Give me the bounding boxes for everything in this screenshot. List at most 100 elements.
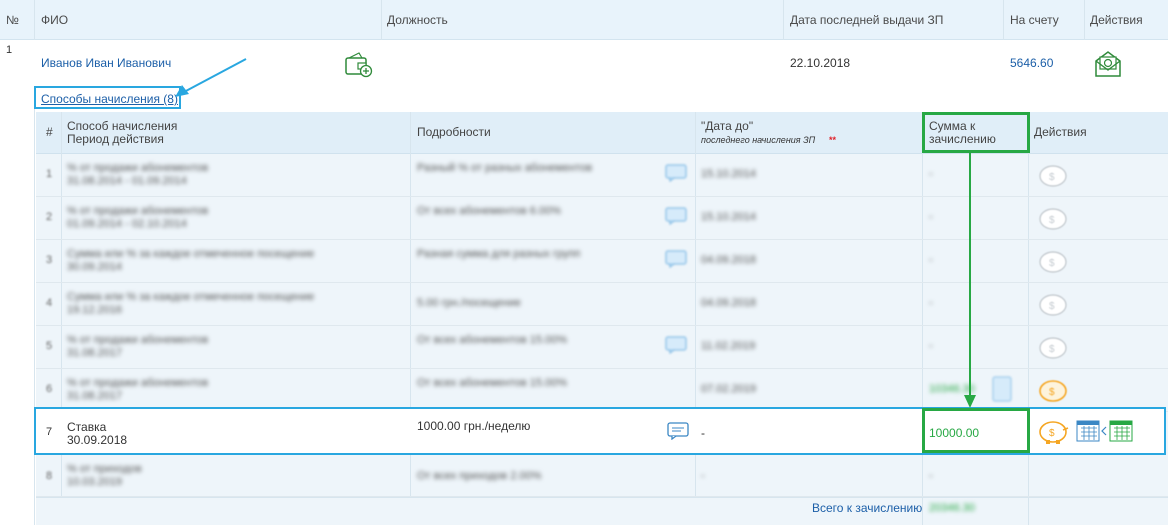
col-header-last-pay[interactable]: Дата последней выдачи ЗП	[790, 13, 943, 27]
accruals-col-actions: Действия	[1034, 125, 1087, 139]
envelope-money-icon[interactable]	[1094, 50, 1122, 78]
row-details: 1000.00 грн./неделю	[417, 419, 531, 433]
row-num: 5	[46, 340, 53, 352]
chat-icon[interactable]	[665, 336, 687, 354]
row-num: 6	[46, 383, 53, 395]
svg-text:$: $	[1049, 258, 1055, 269]
row-details: 5.00 грн./посещение	[417, 297, 521, 309]
total-value: 20346.30	[929, 502, 975, 514]
chat-icon[interactable]	[667, 422, 689, 440]
row-date-to: 07.02.2019	[701, 383, 757, 395]
chat-icon[interactable]	[665, 250, 687, 268]
row-num: 4	[46, 297, 53, 309]
row-period: 10.03.2019	[67, 476, 123, 488]
employee-number: 1	[6, 44, 13, 56]
table-row	[36, 283, 1168, 326]
piggy-bank-icon[interactable]: $	[1036, 161, 1070, 189]
accruals-link[interactable]: Способы начисления (8)	[41, 92, 178, 106]
row-date-to: 04.09.2018	[701, 297, 757, 309]
calendar-icon[interactable]	[1076, 418, 1138, 444]
row-num: 1	[46, 168, 53, 180]
col-header-position[interactable]: Должность	[387, 13, 448, 27]
svg-text:$: $	[1049, 387, 1055, 398]
col-header-balance[interactable]: На счету	[1010, 13, 1059, 27]
svg-text:$: $	[1049, 344, 1055, 355]
row-details: Разный % от разных абонементов	[417, 162, 593, 174]
row-method: Ставка	[67, 420, 107, 434]
required-mark: **	[829, 135, 837, 145]
row-num: 3	[46, 254, 53, 266]
piggy-bank-icon[interactable]: $	[1036, 333, 1070, 361]
row-details: От всех приходов 2.00%	[417, 470, 542, 482]
col-header-fio[interactable]: ФИО	[41, 13, 68, 27]
row-num: 7	[46, 426, 53, 438]
row-period: 19.12.2016	[67, 304, 123, 316]
row-date-to: 15.10.2014	[701, 168, 757, 180]
row-method: % от приходов	[67, 463, 142, 475]
row-details: Разная сумма для разных групп	[417, 248, 581, 260]
amount-header-highlight	[922, 112, 1030, 153]
annotation-arrow-icon	[964, 152, 976, 408]
accruals-col-num: #	[46, 125, 53, 139]
row-method: Сумма или % за каждое отмеченное посещен…	[67, 291, 315, 303]
svg-text:$: $	[1049, 172, 1055, 183]
row-details: От всех абонементов 15.00%	[417, 334, 568, 346]
row-details: От всех абонементов 6.00%	[417, 205, 561, 217]
row-date-to: -	[701, 470, 705, 482]
main-table-header: № ФИО Должность Дата последней выдачи ЗП…	[0, 0, 1168, 40]
col-header-no: №	[6, 13, 19, 27]
accruals-col-date-to: "Дата до"	[701, 119, 754, 133]
row-method: % от продажи абонементов	[67, 377, 209, 389]
row-num: 8	[46, 470, 53, 482]
row-amount: -	[929, 211, 933, 223]
svg-text:$: $	[1049, 301, 1055, 312]
accruals-col-date-to-sub: последнего начисления ЗП	[701, 135, 816, 145]
row-period: 31.08.2017	[67, 390, 123, 402]
accruals-col-period: Период действия	[67, 132, 164, 146]
total-label: Всего к зачислению	[812, 501, 923, 515]
row-period: 01.09.2014 - 02.10.2014	[67, 218, 187, 230]
row-amount: -	[929, 470, 933, 482]
row-period: 31.08.2014 - 01.09.2014	[67, 175, 187, 187]
chat-icon[interactable]	[665, 207, 687, 225]
row-date-to: 15.10.2014	[701, 211, 757, 223]
svg-text:$: $	[1049, 428, 1055, 439]
document-icon[interactable]	[991, 376, 1013, 402]
employee-last-pay-date: 22.10.2018	[790, 56, 851, 70]
employee-name-link[interactable]: Иванов Иван Иванович	[41, 56, 171, 70]
amount-cell-highlight	[922, 408, 1030, 453]
row-amount: -	[929, 340, 933, 352]
piggy-bank-icon[interactable]: $	[1036, 247, 1070, 275]
table-row	[36, 154, 1168, 197]
wallet-add-icon[interactable]	[345, 52, 373, 78]
table-row	[36, 455, 1168, 497]
row-date-to: 11.02.2019	[701, 340, 756, 352]
col-header-actions: Действия	[1090, 13, 1143, 27]
row-method: Сумма или % за каждое отмеченное посещен…	[67, 248, 315, 260]
accruals-col-details: Подробности	[417, 125, 491, 139]
row-period: 30.09.2018	[67, 433, 128, 447]
svg-text:$: $	[1049, 215, 1055, 226]
row-date-to: 04.09.2018	[701, 254, 757, 266]
annotation-arrow-icon	[175, 58, 247, 97]
row-amount: -	[929, 254, 933, 266]
row-amount: -	[929, 168, 933, 180]
piggy-bank-icon[interactable]: $	[1036, 290, 1070, 318]
piggy-bank-icon[interactable]: $	[1036, 417, 1070, 445]
chat-icon[interactable]	[665, 164, 687, 182]
row-amount: -	[929, 297, 933, 309]
piggy-bank-icon[interactable]: $	[1036, 204, 1070, 232]
employee-balance-link[interactable]: 5646.60	[1010, 56, 1053, 70]
accruals-link-box[interactable]: Способы начисления (8)	[34, 86, 181, 109]
row-num: 2	[46, 211, 53, 223]
row-period: 30.09.2014	[67, 261, 123, 273]
row-date-to: -	[701, 426, 705, 440]
table-row	[36, 197, 1168, 240]
row-method: % от продажи абонементов	[67, 334, 209, 346]
row-method: % от продажи абонементов	[67, 162, 209, 174]
row-period: 31.08.2017	[67, 347, 123, 359]
piggy-bank-icon[interactable]: $	[1036, 376, 1070, 404]
row-method: % от продажи абонементов	[67, 205, 209, 217]
table-row	[36, 326, 1168, 369]
table-row	[36, 240, 1168, 283]
